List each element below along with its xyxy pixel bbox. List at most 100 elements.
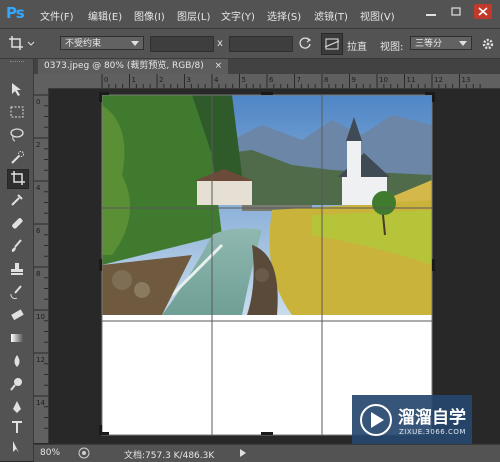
status-info-button[interactable]: [78, 447, 90, 462]
quick-selection-icon: [11, 151, 24, 164]
options-bar: 不受约束 x 拉直 视图: 三等分: [0, 29, 500, 59]
document-tab[interactable]: 0373.jpeg @ 80% (裁剪预览, RGB/8) ×: [38, 59, 229, 74]
ruler-label: 5: [242, 76, 246, 84]
close-icon: [478, 7, 488, 16]
drop-icon: [14, 355, 20, 367]
ruler-label: 10: [36, 313, 45, 321]
dodge-tool[interactable]: [7, 376, 27, 394]
ruler-label: 2: [159, 76, 163, 84]
chevron-down-icon: [459, 41, 467, 46]
history-brush-icon: [10, 285, 22, 300]
crop-tool-preset[interactable]: [8, 35, 36, 54]
view-label: 视图:: [380, 42, 404, 53]
swap-dimensions-button[interactable]: x: [217, 38, 223, 49]
zoom-level[interactable]: 80%: [40, 448, 60, 458]
ruler-label: 2: [36, 141, 40, 149]
eraser-tool[interactable]: [7, 307, 27, 325]
triangle-right-icon: [240, 449, 246, 457]
gradient-tool[interactable]: [7, 330, 27, 348]
ruler-label: 8: [324, 76, 328, 84]
move-icon: [12, 83, 21, 96]
menu-layer[interactable]: 图层(L): [177, 8, 210, 23]
horizontal-ruler[interactable]: 0 1 2 3 4 5 6 7 8 9 10 11 12 13: [48, 74, 500, 89]
dodge-icon: [10, 378, 22, 391]
ruler-label: 1: [132, 76, 136, 84]
close-window-button[interactable]: [474, 4, 492, 19]
crop-icon: [11, 171, 25, 185]
restore-icon: [451, 7, 461, 16]
photo-image: [102, 95, 432, 315]
blur-tool[interactable]: [7, 353, 27, 371]
eyedropper-tool[interactable]: [7, 192, 27, 210]
status-menu-button[interactable]: [238, 448, 248, 461]
ruler-label: 13: [462, 76, 471, 84]
ruler-label: 10: [379, 76, 388, 84]
ruler-label: 8: [36, 270, 40, 278]
vertical-ruler-ticks: 0 2 4 6 8 10 12 14: [34, 94, 48, 429]
ruler-label: 12: [434, 76, 443, 84]
healing-brush-tool[interactable]: [7, 215, 27, 233]
gradient-icon: [11, 334, 23, 342]
brush-tool[interactable]: [7, 238, 27, 256]
ruler-label: 6: [36, 227, 41, 235]
ruler-label: 4: [214, 76, 219, 84]
watermark-url: ZIXUE.3066.COM: [399, 428, 466, 436]
move-tool[interactable]: [7, 81, 27, 99]
straighten-icon: [324, 38, 340, 50]
straighten-label: 拉直: [347, 42, 367, 53]
quick-selection-tool[interactable]: [7, 150, 27, 168]
document-tab-title: 0373.jpeg @ 80% (裁剪预览, RGB/8): [44, 61, 204, 71]
type-icon: [12, 421, 22, 433]
crop-icon: [9, 36, 35, 50]
ruler-label: 14: [36, 399, 45, 407]
clone-stamp-tool[interactable]: [7, 261, 27, 279]
watermark-brand: 溜溜自学: [398, 408, 466, 428]
crop-settings-button[interactable]: [481, 37, 495, 54]
pen-tool[interactable]: [7, 399, 27, 417]
minimize-button[interactable]: [422, 4, 440, 19]
ruler-label: 7: [297, 76, 301, 84]
ruler-label: 3: [187, 76, 191, 84]
info-circle-icon: [78, 447, 90, 459]
menu-view[interactable]: 视图(V): [360, 8, 395, 23]
marquee-tool[interactable]: [7, 104, 27, 122]
ruler-label: 9: [352, 76, 356, 84]
menu-filter[interactable]: 滤镜(T): [314, 8, 348, 23]
history-brush-tool[interactable]: [7, 284, 27, 302]
menu-file[interactable]: 文件(F): [40, 8, 74, 23]
ratio-select[interactable]: 不受约束: [60, 36, 144, 50]
menu-edit[interactable]: 编辑(E): [88, 8, 122, 23]
chevron-down-icon: [131, 41, 139, 46]
overlay-view-select[interactable]: 三等分: [410, 36, 472, 50]
ruler-label: 12: [36, 356, 45, 364]
ruler-origin[interactable]: [34, 74, 48, 88]
straighten-button[interactable]: [321, 33, 343, 55]
toolbox-grip[interactable]: [10, 61, 24, 64]
clear-button[interactable]: [298, 37, 312, 54]
height-input[interactable]: [229, 36, 293, 52]
eraser-icon: [11, 309, 24, 321]
landscape-photo: [102, 95, 432, 315]
ruler-label: 4: [36, 184, 41, 192]
ratio-select-value: 不受约束: [65, 39, 102, 49]
eyedropper-icon: [11, 194, 23, 206]
type-tool[interactable]: [7, 419, 27, 437]
overlay-view-value: 三等分: [415, 39, 443, 49]
vertical-ruler[interactable]: 0 2 4 6 8 10 12 14: [34, 88, 49, 443]
status-bar: 80% 文档:757.3 K/486.3K: [34, 444, 500, 462]
width-input[interactable]: [150, 36, 214, 52]
restore-button[interactable]: [447, 4, 465, 19]
menu-select[interactable]: 选择(S): [267, 8, 301, 23]
close-tab-button[interactable]: ×: [215, 61, 223, 71]
path-selection-tool[interactable]: [7, 439, 27, 457]
rotate-icon: [299, 37, 312, 49]
document-size-info: 文档:757.3 K/486.3K: [124, 451, 215, 461]
ruler-label: 0: [36, 98, 40, 106]
brush-icon: [11, 239, 22, 252]
menu-type[interactable]: 文字(Y): [221, 8, 255, 23]
lasso-tool[interactable]: [7, 127, 27, 145]
crop-tool[interactable]: [7, 169, 29, 189]
menu-image[interactable]: 图像(I): [134, 8, 165, 23]
gear-icon: [482, 38, 494, 50]
marquee-icon: [10, 106, 24, 118]
